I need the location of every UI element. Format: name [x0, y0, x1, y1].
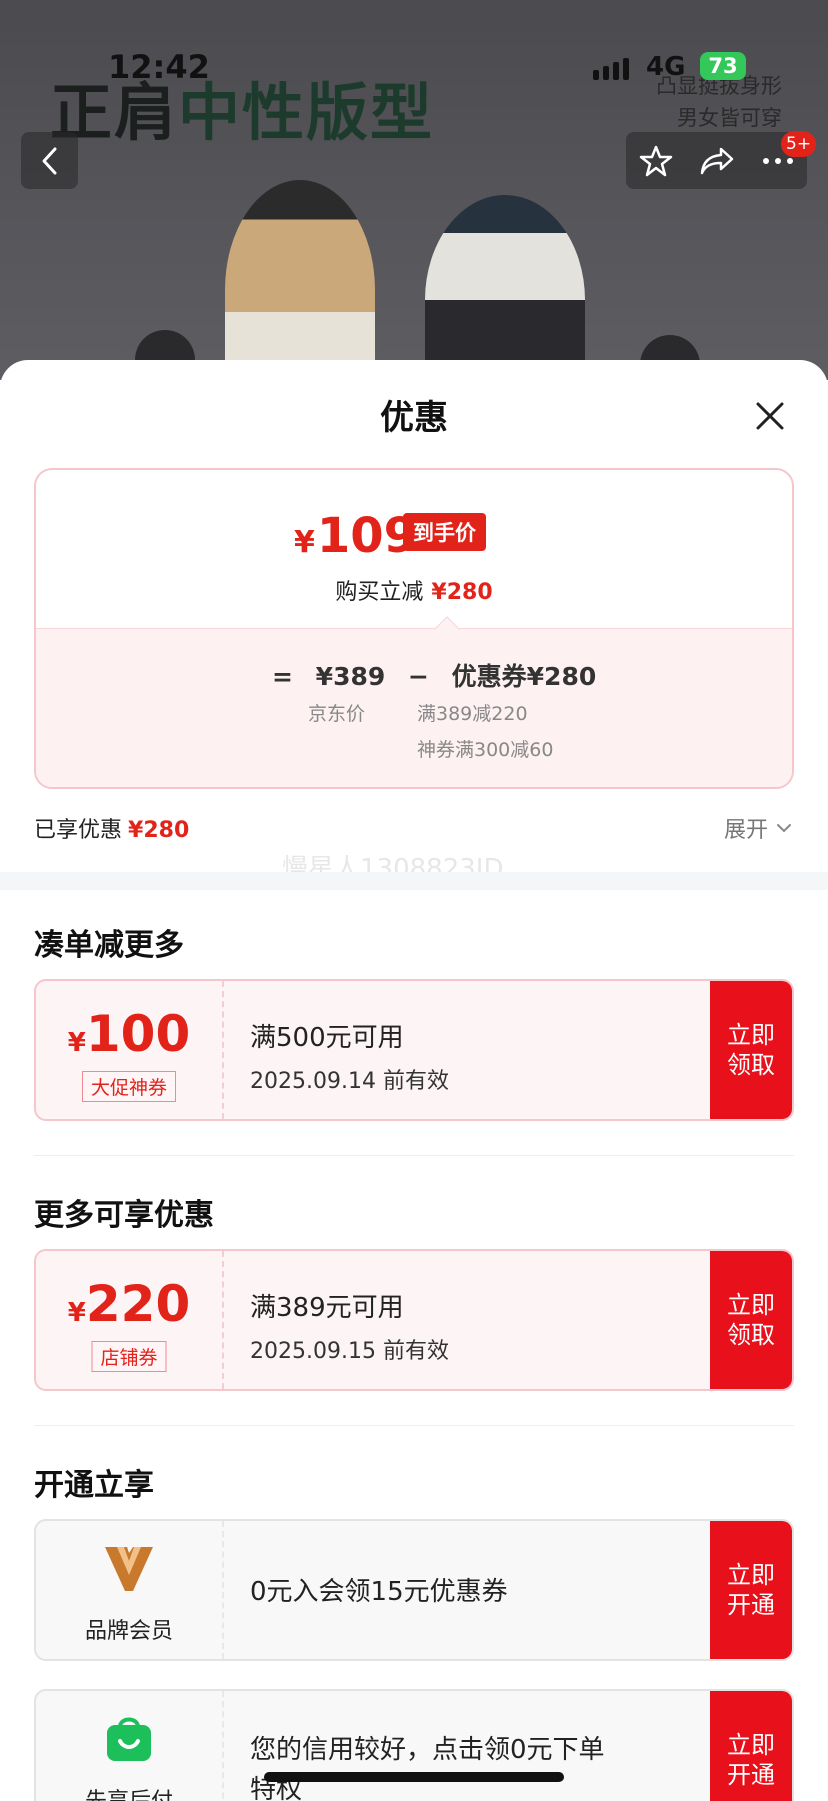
banner-headline-green: 中性版型: [178, 76, 435, 149]
buy-reduce-label: 购买立减: [335, 580, 424, 605]
coupon-currency: ¥: [67, 1028, 86, 1058]
top-actions: [626, 132, 807, 189]
coupon-amount-area: ¥220 店铺券: [36, 1251, 224, 1389]
coupon-value: 100: [85, 1005, 191, 1063]
member-card: 品牌会员 0元入会领15元优惠券 立即开通: [34, 1519, 794, 1661]
coupon-card: ¥100 大促神券 满500元可用 2025.09.14 前有效 立即领取: [34, 979, 794, 1121]
buy-reduce-value: ¥280: [431, 580, 493, 605]
pay-later-icon-wrap: [36, 1713, 222, 1763]
member-icon-area: 品牌会员: [36, 1521, 224, 1659]
more-icon[interactable]: [762, 156, 794, 166]
battery-level: 73: [708, 54, 738, 78]
coupon-expiry: 2025.09.15 前有效: [250, 1339, 449, 1364]
banner-subtitle-line: 男女皆可穿: [677, 106, 782, 130]
pay-later-card: 先享后付 您的信用较好，点击领0元下单 特权 立即开通: [34, 1689, 794, 1801]
sheet-title: 优惠: [380, 398, 448, 438]
chevron-down-icon: [777, 824, 791, 833]
expand-label: 展开: [723, 818, 768, 843]
coupon-expiry: 2025.09.14 前有效: [250, 1069, 449, 1094]
battery-icon: 73: [700, 52, 746, 80]
chevron-left-icon: [42, 147, 56, 174]
star-icon[interactable]: [639, 144, 673, 178]
brand-icon-wrap: [36, 1543, 222, 1595]
status-bar: 12:42 4G 73: [0, 0, 828, 86]
pay-later-label: 先享后付: [36, 1783, 222, 1801]
coupon-type-tag: 大促神券: [81, 1071, 177, 1102]
coupon-amount: ¥100: [36, 1005, 222, 1063]
section-title-more: 更多可享优惠: [34, 1198, 214, 1233]
claim-coupon-button[interactable]: 立即领取: [710, 981, 792, 1119]
price-formula: = ¥389 − 优惠券¥280: [272, 657, 610, 693]
member-offer-text: 0元入会领15元优惠券: [250, 1577, 508, 1607]
network-type: 4G: [646, 52, 686, 82]
pay-later-text: 您的信用较好，点击领0元下单: [250, 1735, 605, 1765]
coupon-condition: 满500元可用: [250, 1023, 404, 1053]
close-icon[interactable]: [748, 394, 792, 438]
formula-equals: =: [272, 662, 293, 691]
final-price: ¥ 109: [294, 508, 417, 564]
coupon-rule: 满389减220: [417, 703, 528, 725]
coupon-amount: ¥220: [36, 1275, 222, 1333]
final-price-tag: 到手价: [403, 513, 486, 551]
member-label: 品牌会员: [84, 1619, 173, 1644]
jd-price: ¥389: [315, 662, 386, 691]
share-icon[interactable]: [699, 145, 735, 177]
coupon-type-tag: 店铺券: [91, 1341, 167, 1372]
section-title-combine: 凑单减更多: [34, 928, 184, 963]
coupon-amount-area: ¥100 大促神券: [36, 981, 224, 1119]
enjoyed-discount: 已享优惠 ¥280: [34, 812, 189, 844]
pay-later-icon-area: 先享后付: [36, 1691, 224, 1801]
section-title-open: 开通立享: [34, 1468, 154, 1503]
status-time: 12:42: [108, 48, 210, 86]
section-gap: [0, 872, 828, 890]
buy-reduce-line: 购买立减 ¥280: [36, 574, 792, 606]
divider: [34, 1155, 794, 1156]
model-image: [425, 195, 585, 380]
final-price-area: ¥ 109 到手价 购买立减 ¥280: [36, 470, 792, 628]
coupon-card: ¥220 店铺券 满389元可用 2025.09.15 前有效 立即领取: [34, 1249, 794, 1391]
expand-button[interactable]: 展开: [724, 812, 792, 844]
coupon-currency: ¥: [67, 1298, 86, 1328]
brand-v-logo-icon: [105, 1547, 153, 1591]
open-pay-later-button[interactable]: 立即开通: [710, 1691, 792, 1801]
price-breakdown-card: ¥ 109 到手价 购买立减 ¥280 = ¥389 − 优惠券¥280 京东价 …: [34, 468, 794, 789]
coupon-total: 优惠券¥280: [451, 662, 597, 691]
price-formula-area: = ¥389 − 优惠券¥280 京东价 满389减220 神券满300减60: [36, 628, 792, 787]
enjoyed-value: ¥280: [128, 818, 190, 843]
notification-badge: 5+: [781, 131, 817, 157]
final-price-currency: ¥: [294, 525, 315, 560]
join-member-button[interactable]: 立即开通: [710, 1521, 792, 1659]
model-image: [225, 180, 375, 380]
enjoyed-label: 已享优惠: [34, 818, 123, 843]
jd-price-label: 京东价: [308, 703, 366, 725]
formula-minus: −: [407, 662, 429, 691]
shopping-bag-icon: [107, 1717, 151, 1761]
home-indicator[interactable]: [264, 1772, 564, 1782]
coupon-value: 220: [85, 1275, 191, 1333]
promotion-sheet: 优惠 ¥ 109 到手价 购买立减 ¥280 = ¥389 − 优惠券¥280 京…: [0, 360, 828, 1801]
claim-coupon-button[interactable]: 立即领取: [710, 1251, 792, 1389]
coupon-rule: 神券满300减60: [417, 739, 554, 761]
coupon-condition: 满389元可用: [250, 1293, 404, 1323]
back-button[interactable]: [21, 132, 78, 189]
signal-icon: [593, 58, 629, 80]
divider: [34, 1425, 794, 1426]
